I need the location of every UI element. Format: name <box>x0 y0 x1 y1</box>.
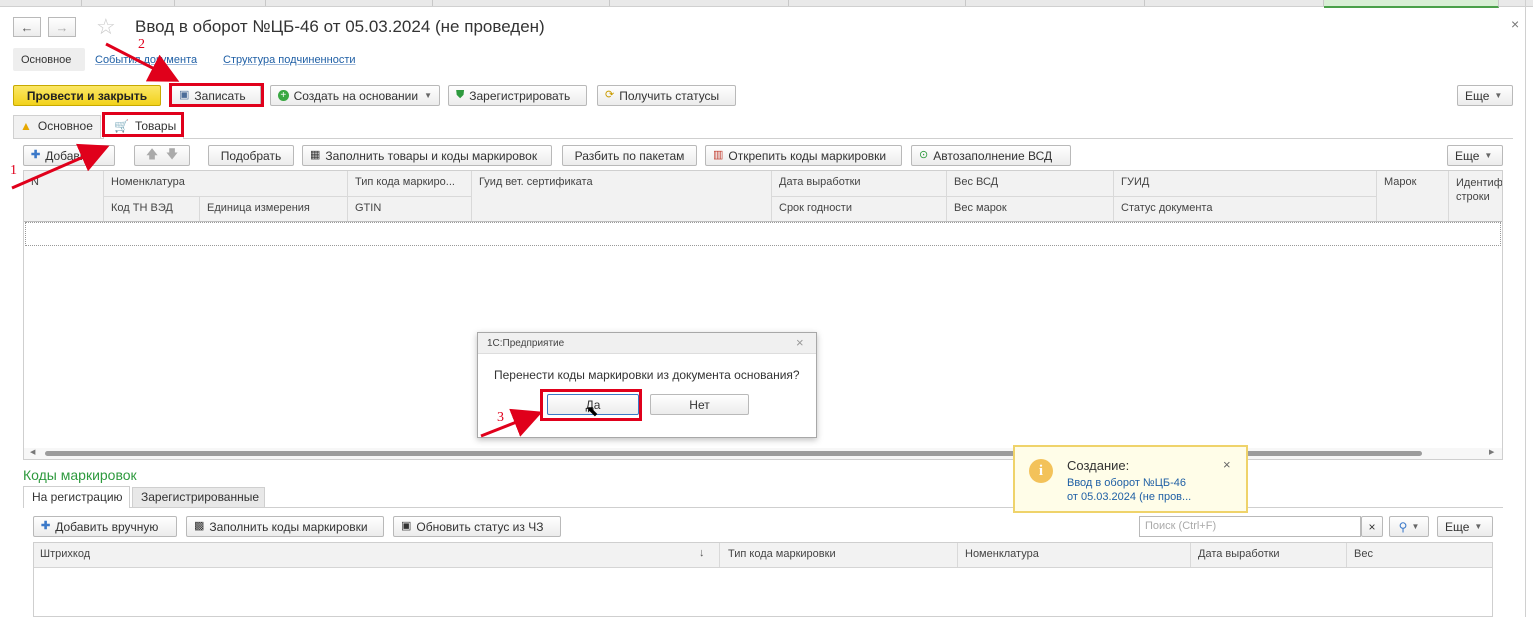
annotation-label-3: 3 <box>497 410 504 425</box>
arrow-3 <box>480 408 543 438</box>
annotation-label-1: 1 <box>10 163 17 178</box>
annotation-arrows <box>11 42 543 438</box>
arrow-1 <box>11 143 110 190</box>
annotation-label-2: 2 <box>138 37 145 52</box>
